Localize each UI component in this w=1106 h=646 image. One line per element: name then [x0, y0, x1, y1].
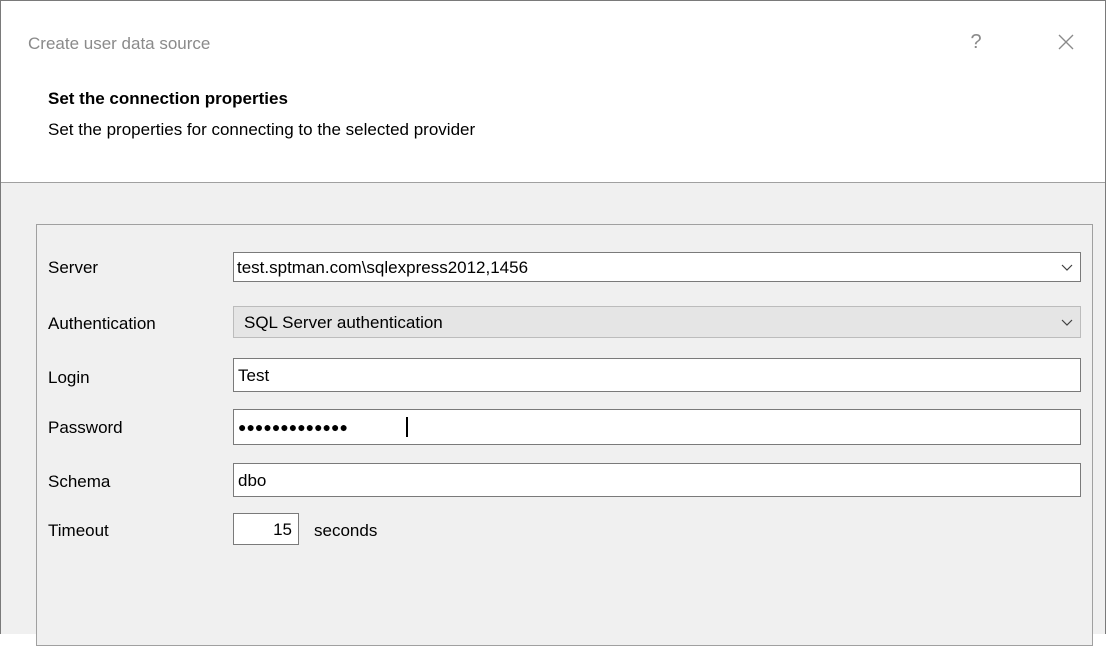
timeout-label: Timeout	[48, 521, 109, 540]
login-value: Test	[238, 366, 270, 385]
timeout-value: 15	[273, 520, 292, 539]
login-field[interactable]: Test	[233, 358, 1081, 392]
password-value: ●●●●●●●●●●●●●	[238, 419, 348, 435]
authentication-value: SQL Server authentication	[244, 313, 443, 332]
text-caret	[406, 417, 408, 437]
timeout-field[interactable]: 15	[233, 513, 299, 545]
authentication-label: Authentication	[48, 314, 156, 333]
chevron-down-icon[interactable]	[1060, 316, 1074, 330]
password-label: Password	[48, 418, 123, 437]
server-value: test.sptman.com\sqlexpress2012,1456	[237, 258, 529, 277]
close-icon	[1058, 34, 1074, 50]
schema-label: Schema	[48, 472, 111, 491]
title-bar: Create user data source ?	[1, 1, 1105, 83]
password-field[interactable]: ●●●●●●●●●●●●●	[233, 409, 1081, 445]
window-title: Create user data source	[28, 34, 211, 53]
page-title: Set the connection properties	[48, 89, 288, 108]
timeout-unit-label: seconds	[314, 521, 378, 540]
schema-value: dbo	[238, 471, 267, 490]
login-label: Login	[48, 368, 90, 387]
page-subtitle: Set the properties for connecting to the…	[48, 120, 476, 139]
authentication-combobox[interactable]: SQL Server authentication	[233, 306, 1081, 338]
server-label: Server	[48, 258, 99, 277]
help-button[interactable]: ?	[961, 27, 991, 57]
schema-field[interactable]: dbo	[233, 463, 1081, 497]
chevron-down-icon[interactable]	[1060, 261, 1074, 275]
close-button[interactable]	[1051, 27, 1081, 57]
server-combobox[interactable]: test.sptman.com\sqlexpress2012,1456	[233, 252, 1081, 282]
dialog-window: Create user data source ? Set the connec…	[0, 0, 1106, 646]
